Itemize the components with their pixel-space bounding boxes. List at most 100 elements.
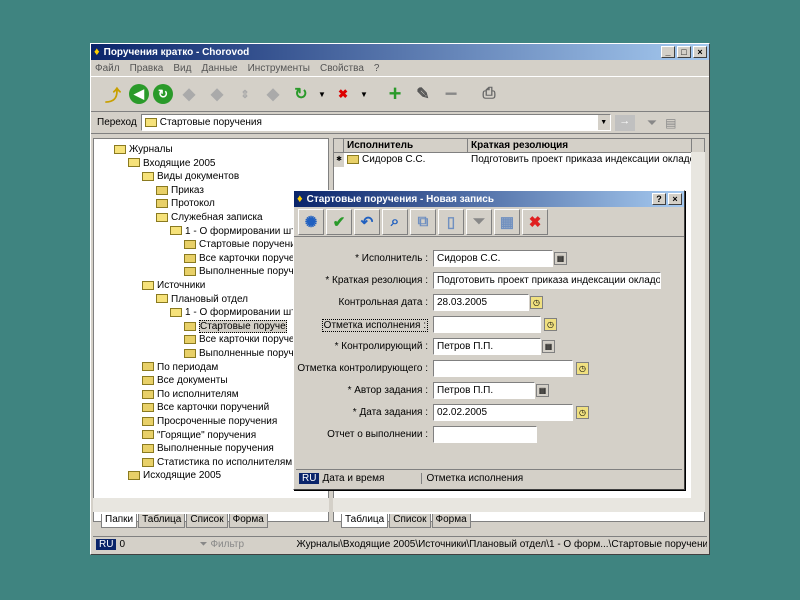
status-hint-right: Отметка исполнения	[426, 473, 524, 484]
dropdown-arrow-icon[interactable]: ▼	[317, 82, 327, 106]
tree-item[interactable]: Выполненные поручен	[184, 347, 305, 360]
tree-item[interactable]: Приказ	[156, 184, 204, 197]
undo-icon[interactable]: ↶	[354, 208, 380, 235]
task-date-field[interactable]: 02.02.2005	[433, 404, 573, 421]
tree-item[interactable]: Выполненные поручения	[142, 442, 274, 455]
tree-horizontal-scrollbar[interactable]	[93, 498, 329, 512]
filter-icon[interactable]: ⏷	[647, 115, 657, 131]
menu-data[interactable]: Данные	[201, 63, 237, 74]
executor-field[interactable]: Сидоров С.С.	[433, 250, 553, 267]
controller-field[interactable]: Петров П.П.	[433, 338, 541, 355]
lookup-icon[interactable]: ▦	[554, 252, 567, 265]
control-date-field[interactable]: 28.03.2005	[433, 294, 529, 311]
tree-item[interactable]: Стартовые поручения	[184, 238, 301, 251]
tree-item[interactable]: Все документы	[142, 374, 228, 387]
remove-icon[interactable]: −	[439, 81, 463, 106]
edit-icon[interactable]: ✎	[411, 82, 435, 106]
tree-item[interactable]: Исходящие 2005	[128, 469, 221, 482]
print-icon[interactable]: ⎙	[477, 82, 501, 106]
tab-form[interactable]: Форма	[431, 514, 471, 528]
tree-item[interactable]: Выполненные поручен	[184, 265, 305, 278]
tree-item[interactable]: Все карточки поручений	[142, 401, 269, 414]
calendar-icon[interactable]: ◷	[576, 406, 589, 419]
search-icon[interactable]: ⌕	[382, 208, 408, 235]
resolution-field[interactable]: Подготовить проект приказа индексации ок…	[433, 272, 661, 289]
tree-item-label: По исполнителям	[157, 388, 239, 400]
menu-file[interactable]: Файл	[95, 63, 120, 74]
tree-item[interactable]: Входящие 2005	[128, 157, 215, 170]
controller-mark-field[interactable]	[433, 360, 573, 377]
go-icon[interactable]: →	[614, 114, 635, 131]
author-field[interactable]: Петров П.П.	[433, 382, 535, 399]
cancel-icon[interactable]: ✖	[522, 208, 548, 235]
tree-item-label: Все карточки поручени	[199, 252, 306, 264]
help-button[interactable]: ?	[652, 193, 666, 205]
menu-edit[interactable]: Правка	[130, 63, 164, 74]
tree-item[interactable]: Источники	[142, 279, 205, 292]
close-button[interactable]: ×	[693, 46, 707, 58]
tab-table[interactable]: Таблица	[341, 514, 389, 528]
chevron-down-icon[interactable]: ▼	[597, 115, 610, 130]
page-icon[interactable]: ▤	[665, 116, 676, 130]
save-check-icon[interactable]: ✔	[326, 208, 352, 235]
refresh-circle-icon[interactable]: ↻	[153, 84, 173, 104]
back-icon[interactable]: ◀	[129, 84, 149, 104]
open-folder-icon[interactable]: ⤴	[101, 82, 125, 106]
new-page-icon[interactable]: ▯	[438, 208, 464, 235]
up-down-icon[interactable]: ⇕	[233, 82, 257, 106]
lookup-icon[interactable]: ▦	[542, 340, 555, 353]
lookup-icon[interactable]: ▦	[536, 384, 549, 397]
tree-item[interactable]: Стартовые поруче	[184, 319, 287, 333]
menu-view[interactable]: Вид	[173, 63, 191, 74]
tree-item[interactable]: Все карточки поручени	[184, 333, 306, 346]
tree-item[interactable]: 1 - О формировании штат	[170, 306, 306, 319]
tab-form[interactable]: Форма	[228, 514, 268, 528]
calendar-icon[interactable]: ◷	[530, 296, 543, 309]
calendar-icon[interactable]: ◷	[576, 362, 589, 375]
grid-vertical-scrollbar[interactable]	[691, 152, 705, 508]
maximize-button[interactable]: □	[677, 46, 691, 58]
tree-item[interactable]: Плановый отдел	[156, 293, 248, 306]
grid-horizontal-scrollbar[interactable]	[333, 498, 705, 512]
delete-doc-icon[interactable]: ✖	[331, 82, 355, 106]
tree-item[interactable]: По периодам	[142, 361, 218, 374]
report-field[interactable]	[433, 426, 537, 443]
settings-icon[interactable]: ✺	[298, 208, 324, 235]
tab-list[interactable]: Список	[389, 514, 431, 528]
nav-combo[interactable]: Стартовые поручения ▼	[140, 114, 611, 131]
tab-table[interactable]: Таблица	[138, 514, 186, 528]
copy-icon[interactable]: ⧉	[410, 208, 436, 235]
sync-icon[interactable]: ↻	[289, 82, 313, 106]
tree-item[interactable]: Протокол	[156, 197, 215, 210]
forward-icon[interactable]: ◆	[177, 82, 201, 106]
tree-item[interactable]: Просроченные поручения	[142, 415, 277, 428]
up-icon[interactable]: ◆	[205, 82, 229, 106]
execution-mark-field[interactable]	[433, 316, 541, 333]
dialog-close-button[interactable]: ×	[668, 193, 682, 205]
app-icon: ♦	[94, 46, 100, 58]
column-header-resolution[interactable]: Краткая резолюция	[468, 139, 692, 152]
tree-item[interactable]: 1 - О формировании штат	[170, 225, 306, 238]
tree-item[interactable]: Журналы	[114, 143, 173, 156]
tab-folders[interactable]: Папки	[101, 514, 138, 528]
column-header-executor[interactable]: Исполнитель	[344, 139, 468, 152]
filter-icon[interactable]: ⏷	[466, 208, 492, 235]
add-icon[interactable]: +	[383, 81, 407, 106]
tree-item[interactable]: "Горящие" поручения	[142, 429, 256, 442]
tree-item[interactable]: По исполнителям	[142, 388, 239, 401]
menu-tools[interactable]: Инструменты	[248, 63, 310, 74]
tree-item-label: Все карточки поручений	[157, 402, 270, 414]
tree-item[interactable]: Служебная записка	[156, 211, 263, 224]
menu-properties[interactable]: Свойства	[320, 63, 364, 74]
calculator-icon[interactable]: ▦	[494, 208, 520, 235]
dropdown-arrow-icon[interactable]: ▼	[359, 82, 369, 106]
tab-list[interactable]: Список	[186, 514, 228, 528]
table-row[interactable]: ✱ Сидоров С.С. Подготовить проект приказ…	[334, 153, 704, 167]
minimize-button[interactable]: _	[661, 46, 675, 58]
calendar-icon[interactable]: ◷	[544, 318, 557, 331]
tree-item[interactable]: Виды документов	[142, 170, 239, 183]
down-icon[interactable]: ◆	[261, 82, 285, 106]
tree-item[interactable]: Статистика по исполнителям	[142, 456, 292, 469]
menu-help[interactable]: ?	[374, 63, 380, 74]
tree-item[interactable]: Все карточки поручени	[184, 252, 306, 265]
